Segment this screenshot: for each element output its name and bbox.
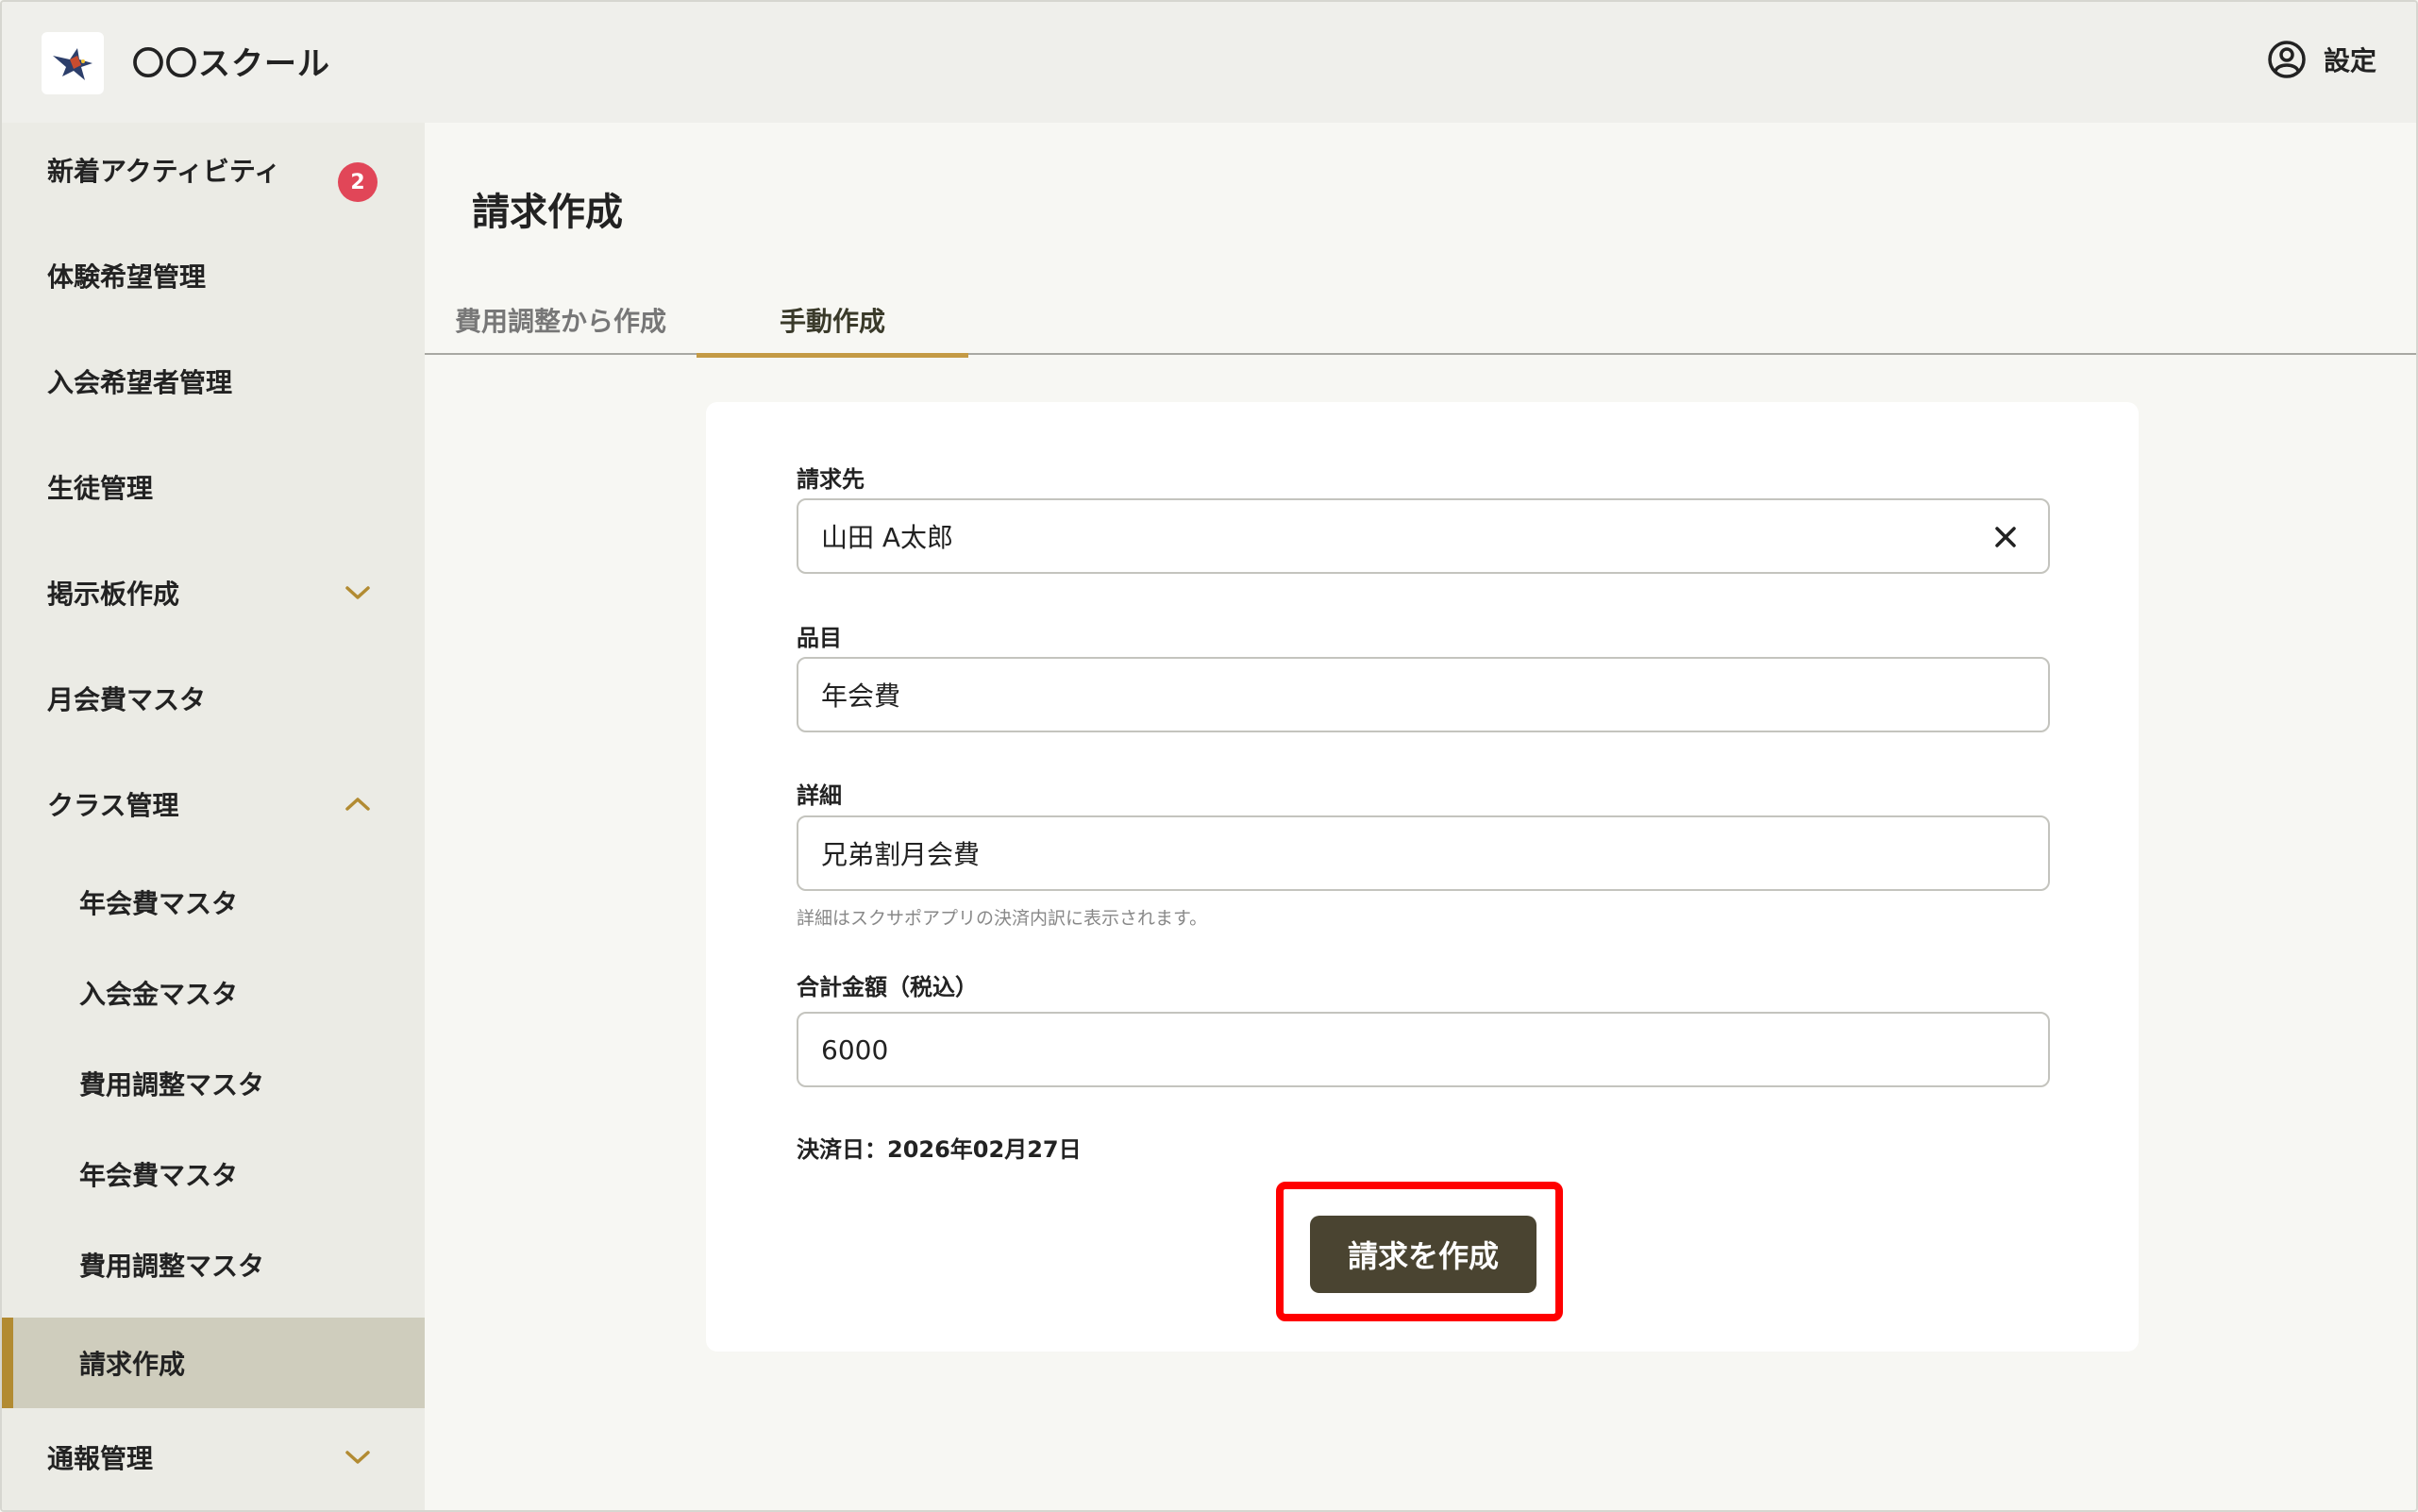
top-header: 〇〇スクール 設定 [2, 2, 2416, 123]
sidebar-item-annual-fee-master-2[interactable]: 年会費マスタ [2, 1129, 425, 1219]
close-icon[interactable] [1991, 523, 2020, 551]
chevron-down-icon [345, 586, 370, 599]
create-invoice-button[interactable]: 請求を作成 [1310, 1216, 1536, 1293]
detail-field[interactable]: 兄弟割月会費 [797, 815, 2050, 891]
settings-label: 設定 [2323, 45, 2376, 76]
sidebar-item-students[interactable]: 生徒管理 [2, 442, 425, 532]
sidebar-item-trial-requests[interactable]: 体験希望管理 [2, 230, 425, 321]
sidebar-item-label: 新着アクティビティ [47, 156, 281, 187]
sidebar-item-fee-adjustment-master[interactable]: 費用調整マスタ [2, 1038, 425, 1129]
sidebar-item-fee-adjustment-master-2[interactable]: 費用調整マスタ [2, 1219, 425, 1310]
sidebar-item-label: 生徒管理 [47, 473, 154, 504]
sidebar-item-label: クラス管理 [47, 790, 179, 821]
chevron-up-icon [345, 798, 370, 811]
sidebar-item-label: 請求作成 [79, 1349, 186, 1380]
sidebar-item-label: 体験希望管理 [47, 261, 207, 293]
sidebar-item-annual-fee-master[interactable]: 年会費マスタ [2, 857, 425, 948]
detail-hint: 詳細はスクサポアプリの決済内訳に表示されます。 [797, 908, 1208, 929]
amount-value: 6000 [821, 1033, 889, 1066]
school-logo[interactable] [42, 32, 104, 94]
sidebar-item-new-activity[interactable]: 新着アクティビティ 2 [2, 125, 425, 215]
sidebar-item-label: 掲示板作成 [47, 579, 180, 610]
app-title: 〇〇スクール [132, 45, 330, 83]
tab-bar: 費用調整から作成 手動作成 [425, 285, 2416, 358]
sidebar-item-label: 通報管理 [47, 1443, 154, 1474]
item-value: 年会費 [821, 680, 901, 712]
sidebar-item-reports[interactable]: 通報管理 [2, 1412, 425, 1503]
detail-label: 詳細 [797, 782, 842, 809]
sidebar: 新着アクティビティ 2 体験希望管理 入会希望者管理 生徒管理 掲示板作成 月会… [2, 123, 425, 1510]
invoice-form-card: 請求先 山田 A太郎 品目 年会費 詳細 兄弟割月会費 詳細はスクサポアプリの決… [706, 402, 2139, 1352]
settings-button[interactable]: 設定 [2267, 40, 2376, 79]
item-label: 品目 [797, 625, 842, 651]
amount-label: 合計金額（税込） [797, 974, 978, 1000]
item-field[interactable]: 年会費 [797, 657, 2050, 732]
sidebar-item-label: 費用調整マスタ [79, 1251, 265, 1282]
chevron-down-icon [345, 1451, 370, 1464]
app-window: 〇〇スクール 設定 新着アクティビティ 2 体験希望管理 入会希望者管理 生徒管… [0, 0, 2418, 1512]
tab-from-fee-adjustment[interactable]: 費用調整から作成 [425, 285, 697, 355]
sidebar-item-monthly-fee-master[interactable]: 月会費マスタ [2, 653, 425, 744]
page-title: 請求作成 [472, 191, 623, 234]
recipient-value: 山田 A太郎 [821, 522, 954, 553]
payment-date: 決済日：2026年02月27日 [797, 1136, 1082, 1163]
detail-value: 兄弟割月会費 [821, 839, 981, 870]
sidebar-item-applicants[interactable]: 入会希望者管理 [2, 336, 425, 427]
bird-logo-icon [53, 48, 92, 80]
notification-badge: 2 [338, 162, 378, 202]
sidebar-item-bulletin-board[interactable]: 掲示板作成 [2, 547, 425, 638]
sidebar-item-create-invoice[interactable]: 請求作成 [2, 1318, 425, 1408]
sidebar-item-label: 年会費マスタ [79, 1160, 239, 1191]
sidebar-item-label: 入会金マスタ [79, 979, 239, 1010]
sidebar-item-label: 入会希望者管理 [47, 367, 233, 398]
recipient-field[interactable]: 山田 A太郎 [797, 498, 2050, 574]
sidebar-item-class-management[interactable]: クラス管理 [2, 759, 425, 849]
amount-field[interactable]: 6000 [797, 1012, 2050, 1087]
sidebar-item-label: 月会費マスタ [47, 684, 207, 715]
sidebar-item-enrollment-fee-master[interactable]: 入会金マスタ [2, 948, 425, 1038]
tab-manual-create[interactable]: 手動作成 [697, 285, 968, 358]
sidebar-item-label: 年会費マスタ [79, 888, 239, 919]
recipient-label: 請求先 [797, 466, 865, 493]
sidebar-item-label: 費用調整マスタ [79, 1069, 265, 1100]
user-circle-icon [2268, 41, 2306, 78]
